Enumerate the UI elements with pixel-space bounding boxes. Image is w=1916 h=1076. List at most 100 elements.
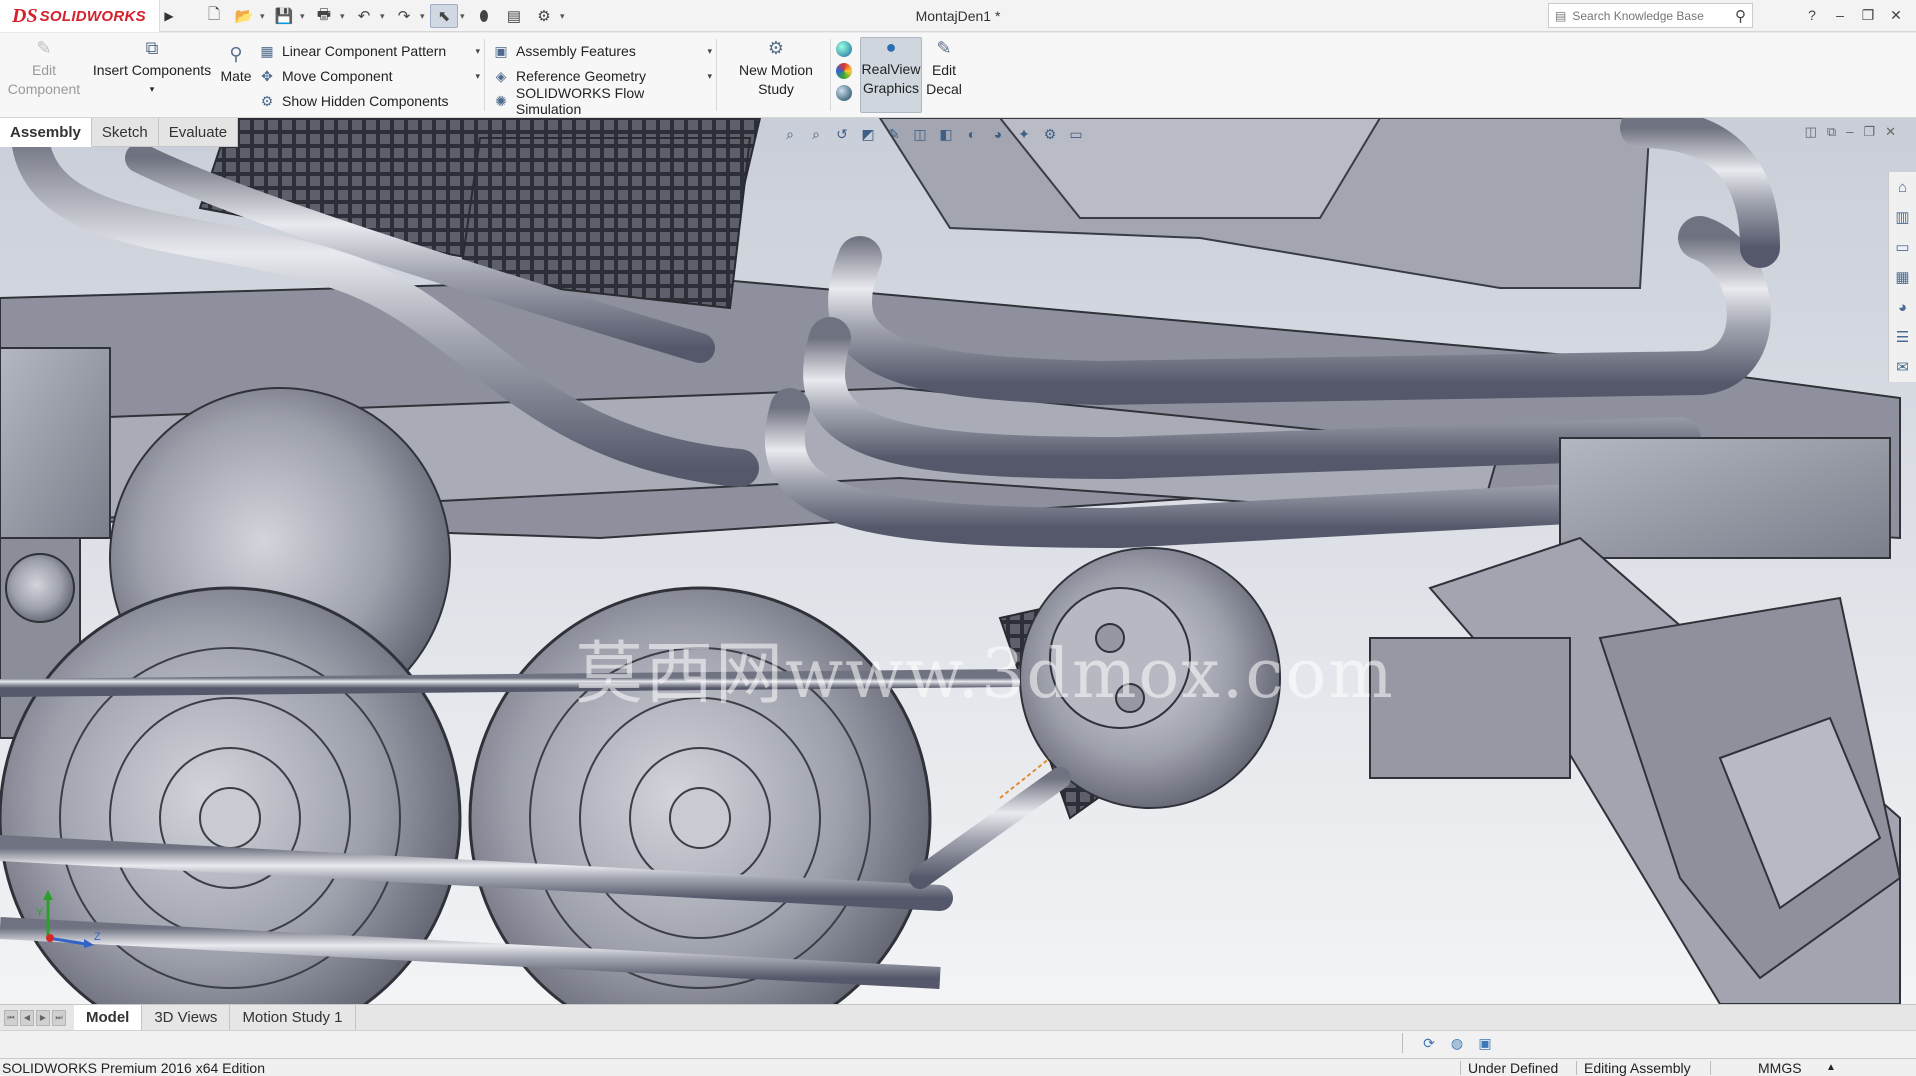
watermark: 莫西网www.3dmox.com — [575, 635, 1395, 714]
viewport-restore-icon[interactable]: ❐ — [1863, 124, 1875, 140]
status-edition: SOLIDWORKS Premium 2016 x64 Edition — [2, 1059, 265, 1076]
appearances-scenes-icon[interactable]: ◕ — [1892, 296, 1914, 318]
zoom-to-area-icon[interactable]: ⌕ — [806, 124, 826, 144]
assembly-features-label: Assembly Features — [516, 43, 636, 59]
file-explorer-icon[interactable]: ▭ — [1892, 236, 1914, 258]
units-selector[interactable]: MMGS — [1758, 1060, 1802, 1076]
file-properties-icon[interactable]: ▤ — [500, 4, 528, 28]
move-component-dropdown-icon[interactable]: ▾ — [475, 71, 480, 82]
move-component-button[interactable]: ✥ Move Component ▾ — [258, 65, 480, 87]
undo-icon[interactable]: ↶ — [350, 4, 378, 28]
ds-logo-mark: DS — [12, 4, 38, 27]
previous-view-icon[interactable]: ↺ — [832, 124, 852, 144]
traffic-light-icon[interactable]: ⬮ — [470, 4, 498, 28]
knowledge-base-icon: ▤ — [1555, 8, 1567, 23]
solidworks-resources-home-icon[interactable]: ⌂ — [1892, 176, 1914, 198]
scene-icon[interactable] — [836, 63, 852, 79]
save-dropdown-icon[interactable]: ▾ — [300, 11, 308, 22]
custom-properties-icon[interactable]: ☰ — [1892, 326, 1914, 348]
viewport-minimize-icon[interactable]: – — [1846, 124, 1853, 140]
open-file-dropdown-icon[interactable]: ▾ — [260, 11, 268, 22]
insert-components-dropdown-icon[interactable]: ▾ — [150, 80, 155, 99]
view-orientation-icon[interactable]: ◫ — [910, 124, 930, 144]
undo-dropdown-icon[interactable]: ▾ — [380, 11, 388, 22]
appearance-sphere-icon[interactable] — [836, 41, 852, 57]
solidworks-forum-icon[interactable]: ✉ — [1892, 356, 1914, 378]
status-bar: SOLIDWORKS Premium 2016 x64 Edition Unde… — [0, 1058, 1916, 1076]
assembly-features-button[interactable]: ▣ Assembly Features ▾ — [492, 40, 712, 62]
prev-tab-arrow-icon[interactable]: ◀ — [20, 1009, 34, 1026]
display-style-icon[interactable]: ◧ — [936, 124, 956, 144]
select-pointer-icon[interactable]: ⬉ — [430, 4, 458, 28]
save-icon[interactable]: 💾 — [270, 4, 298, 28]
options-gear-icon[interactable]: ⚙ — [530, 4, 558, 28]
tab-sketch[interactable]: Sketch — [91, 118, 159, 147]
linear-pattern-dropdown-icon[interactable]: ▾ — [475, 46, 480, 57]
edit-appearance-icon[interactable]: ◕ — [988, 124, 1008, 144]
print-icon[interactable]: 🖶 — [310, 4, 338, 28]
graphics-area[interactable]: ⌕ ⌕ ↺ ◩ ✎ ◫ ◧ ◐ ◕ ✦ ⚙ ▭ ◫ ⧉ – ❐ ✕ 莫西网www.3dmox.com … — [0, 118, 1916, 1004]
new-motion-study-label-2: Study — [758, 81, 794, 97]
mate-button[interactable]: ⚲ Mate — [216, 45, 256, 86]
reference-geometry-dropdown-icon[interactable]: ▾ — [707, 71, 712, 82]
redo-icon[interactable]: ↷ — [390, 4, 418, 28]
new-motion-study-button[interactable]: ⚙ New Motion Study — [726, 39, 826, 99]
design-library-icon[interactable]: ▥ — [1892, 206, 1914, 228]
minimize-button[interactable]: – — [1828, 3, 1852, 27]
flow-simulation-button[interactable]: ✺ SOLIDWORKS Flow Simulation — [492, 85, 712, 117]
assembly-features-dropdown-icon[interactable]: ▾ — [707, 46, 712, 57]
hide-show-items-icon[interactable]: ◐ — [962, 124, 982, 144]
section-view-icon[interactable]: ◩ — [858, 124, 878, 144]
reference-geometry-button[interactable]: ◈ Reference Geometry ▾ — [492, 65, 712, 87]
model-tabs: Model 3D Views Motion Study 1 — [74, 1005, 356, 1030]
viewport-close-icon[interactable]: ✕ — [1885, 124, 1896, 140]
search-input[interactable] — [1572, 8, 1733, 23]
new-file-icon[interactable]: 🗋 — [200, 4, 228, 28]
edit-component-button[interactable]: ✎ Edit Component — [6, 39, 82, 99]
help-button[interactable]: ? — [1800, 3, 1824, 27]
tab-3d-views[interactable]: 3D Views — [142, 1005, 231, 1030]
select-pointer-dropdown-icon[interactable]: ▾ — [460, 11, 468, 22]
print-dropdown-icon[interactable]: ▾ — [340, 11, 348, 22]
open-file-icon[interactable]: 📂 — [230, 4, 258, 28]
tab-assembly[interactable]: Assembly — [0, 118, 92, 147]
insert-components-button[interactable]: ⧉ Insert Components ▾ — [90, 39, 214, 99]
render-icon[interactable]: ◍ — [1447, 1033, 1467, 1053]
redo-dropdown-icon[interactable]: ▾ — [420, 11, 428, 22]
dynamic-annotation-icon[interactable]: ✎ — [884, 124, 904, 144]
edit-decal-button[interactable]: ✎ Edit Decal — [922, 39, 966, 99]
viewport-link-icon[interactable]: ⧉ — [1827, 124, 1836, 140]
search-box[interactable]: ▤ ⚲ — [1548, 3, 1753, 28]
next-tab-arrow-icon[interactable]: ▶ — [36, 1009, 50, 1026]
view-palette-icon[interactable]: ▦ — [1892, 266, 1914, 288]
menu-expand-arrow-icon[interactable]: ▶ — [161, 0, 177, 32]
rotate-view-icon[interactable]: ⟳ — [1419, 1033, 1439, 1053]
viewport-split-icon[interactable]: ◫ — [1805, 124, 1817, 140]
display-pane-icon[interactable]: ▭ — [1066, 124, 1086, 144]
assembly-model-render[interactable] — [0, 118, 1916, 1004]
zoom-to-fit-icon[interactable]: ⌕ — [780, 124, 800, 144]
linear-pattern-button[interactable]: ▦ Linear Component Pattern ▾ — [258, 40, 480, 62]
tab-model[interactable]: Model — [74, 1005, 143, 1030]
command-manager-tabs: Assembly Sketch Evaluate — [0, 118, 239, 148]
apply-scene-icon[interactable]: ✦ — [1014, 124, 1034, 144]
view-settings-icon[interactable]: ⚙ — [1040, 124, 1060, 144]
show-hidden-components-button[interactable]: ⚙ Show Hidden Components — [258, 90, 480, 112]
command-manager-ribbon: ✎ Edit Component ⧉ Insert Components ▾ ⚲… — [0, 33, 1916, 118]
tab-motion-study-1[interactable]: Motion Study 1 — [230, 1005, 356, 1030]
display-settings-icon[interactable]: ▣ — [1475, 1033, 1495, 1053]
decal-sphere-icon[interactable] — [836, 85, 852, 101]
flow-simulation-icon: ✺ — [495, 92, 507, 109]
realview-graphics-button[interactable]: ● RealView Graphics — [860, 37, 922, 113]
view-controls: ⟳ ◍ ▣ — [1402, 1033, 1495, 1053]
maximize-button[interactable]: ❐ — [1856, 3, 1880, 27]
units-caret-icon[interactable]: ▲ — [1826, 1062, 1836, 1073]
close-button[interactable]: ✕ — [1884, 3, 1908, 27]
options-gear-dropdown-icon[interactable]: ▾ — [560, 11, 568, 22]
search-icon[interactable]: ⚲ — [1735, 7, 1746, 25]
solidworks-logo[interactable]: DS SOLIDWORKS — [0, 0, 160, 32]
first-tab-arrow-icon[interactable]: ⏮ — [4, 1009, 18, 1026]
tab-evaluate[interactable]: Evaluate — [158, 118, 239, 147]
task-pane: ⌂ ▥ ▭ ▦ ◕ ☰ ✉ — [1888, 172, 1916, 382]
last-tab-arrow-icon[interactable]: ⏭ — [52, 1009, 66, 1026]
